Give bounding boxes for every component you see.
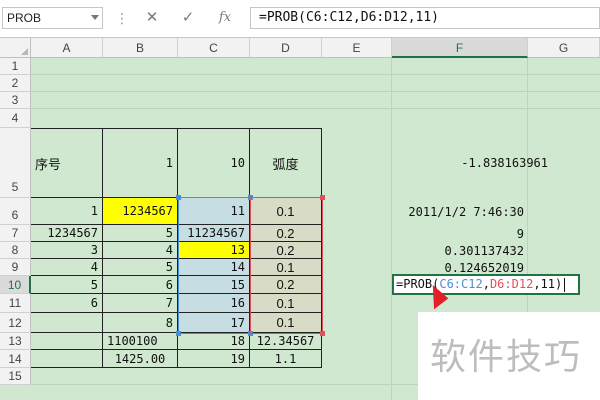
cell-b7[interactable]: 5 (103, 225, 178, 242)
row-header-1[interactable]: 1 (0, 58, 31, 75)
formula-toolbar: PROB ⋮ ✕ ✓ fx =PROB(C6:C12,D6:D12,11) (0, 0, 600, 38)
row-header-7[interactable]: 7 (0, 225, 31, 242)
cell-d12[interactable]: 0.1 (250, 313, 322, 333)
cell-c14[interactable]: 19 (178, 350, 250, 368)
cell-c6[interactable]: 11 (178, 198, 250, 225)
formula-bar-input[interactable]: =PROB(C6:C12,D6:D12,11) (250, 7, 600, 29)
gridline (31, 108, 600, 109)
row-header-11[interactable]: 11 (0, 294, 31, 313)
enter-icon[interactable]: ✓ (177, 8, 199, 28)
row-header-9[interactable]: 9 (0, 259, 31, 276)
cell-b12[interactable]: 8 (103, 313, 178, 333)
row-header-8[interactable]: 8 (0, 242, 31, 259)
cell-a8[interactable]: 3 (31, 242, 103, 259)
cell-a11[interactable]: 6 (31, 294, 103, 313)
cell-d11[interactable]: 0.1 (250, 294, 322, 313)
cell-b13[interactable]: 1100100 (103, 333, 178, 350)
insert-function-icon[interactable]: fx (214, 8, 236, 28)
cancel-icon[interactable]: ✕ (141, 8, 163, 28)
watermark-text: 软件技巧 (430, 337, 583, 378)
range-handle[interactable] (176, 331, 181, 336)
select-all-corner[interactable] (0, 38, 31, 58)
range-handle[interactable] (320, 195, 325, 200)
formula-separator: , (482, 277, 490, 291)
cell-c11[interactable]: 16 (178, 294, 250, 313)
cell-b8[interactable]: 4 (103, 242, 178, 259)
cell-a13[interactable] (31, 333, 103, 350)
range-handle[interactable] (320, 331, 325, 336)
cell-f6[interactable]: 2011/1/2 7:46:30 (392, 198, 528, 225)
cell-b14[interactable]: 1425.00 (103, 350, 178, 368)
column-header-e[interactable]: E (322, 38, 392, 58)
cell-f10-editor[interactable]: =PROB(C6:C12,D6:D12,11) (392, 274, 580, 295)
column-header-d[interactable]: D (250, 38, 322, 58)
cell-d13[interactable]: 12.34567 (250, 333, 322, 350)
cell-a6[interactable]: 1 (31, 198, 103, 225)
cell-b11[interactable]: 7 (103, 294, 178, 313)
cell-b5[interactable]: 1 (103, 128, 178, 198)
column-header-b[interactable]: B (103, 38, 178, 58)
row-header-5[interactable]: 5 (0, 128, 31, 198)
cell-c5[interactable]: 10 (178, 128, 250, 198)
cell-a12[interactable] (31, 313, 103, 333)
cell-d14[interactable]: 1.1 (250, 350, 322, 368)
column-header-c[interactable]: C (178, 38, 250, 58)
cell-a7[interactable]: 1234567 (31, 225, 103, 242)
cell-c12[interactable]: 17 (178, 313, 250, 333)
row-header-12[interactable]: 12 (0, 313, 31, 333)
cell-c8[interactable]: 13 (178, 242, 250, 259)
more-options-icon[interactable]: ⋮ (115, 9, 129, 27)
range-handle[interactable] (248, 195, 253, 200)
row-header-2[interactable]: 2 (0, 75, 31, 92)
formula-suffix: ,11) (533, 277, 563, 291)
cell-a10[interactable]: 5 (31, 276, 103, 294)
cell-a9[interactable]: 4 (31, 259, 103, 276)
column-header-f[interactable]: F (392, 38, 528, 58)
cell-c13[interactable]: 18 (178, 333, 250, 350)
cell-d10[interactable]: 0.2 (250, 276, 322, 294)
cell-d7[interactable]: 0.2 (250, 225, 322, 242)
cell-f8[interactable]: 0.301137432 (392, 242, 528, 259)
cell-d9[interactable]: 0.1 (250, 259, 322, 276)
row-header-14[interactable]: 14 (0, 350, 31, 368)
cell-b10[interactable]: 6 (103, 276, 178, 294)
chevron-down-icon[interactable] (91, 15, 99, 20)
cell-d5[interactable]: 弧度 (250, 128, 322, 198)
gridline (31, 74, 600, 75)
text-caret (564, 277, 566, 292)
cell-b9[interactable]: 5 (103, 259, 178, 276)
range-handle[interactable] (176, 195, 181, 200)
name-box-value: PROB (7, 11, 42, 25)
row-header-3[interactable]: 3 (0, 92, 31, 109)
cell-c7[interactable]: 11234567 (178, 225, 250, 242)
cell-c10[interactable]: 15 (178, 276, 250, 294)
cell-c9[interactable]: 14 (178, 259, 250, 276)
column-header-g[interactable]: G (528, 38, 600, 58)
spreadsheet-grid[interactable]: A B C D E F G 1 2 3 4 5 6 7 8 9 10 11 12… (0, 38, 600, 400)
row-header-13[interactable]: 13 (0, 333, 31, 350)
name-box[interactable]: PROB (2, 7, 103, 29)
row-header-4[interactable]: 4 (0, 109, 31, 128)
cell-a5[interactable]: 序号 (31, 128, 103, 198)
formula-ref-c6-c12: C6:C12 (439, 277, 483, 291)
formula-ref-d6-d12: D6:D12 (489, 277, 534, 291)
row-header-6[interactable]: 6 (0, 198, 31, 225)
cell-d6[interactable]: 0.1 (250, 198, 322, 225)
cell-a14[interactable] (31, 350, 103, 368)
column-header-a[interactable]: A (31, 38, 103, 58)
cell-f5[interactable]: -1.838163961 (392, 128, 552, 198)
range-handle[interactable] (248, 331, 253, 336)
cell-b6[interactable]: 1234567 (103, 198, 178, 225)
cell-f7[interactable]: 9 (392, 225, 528, 242)
cell-d8[interactable]: 0.2 (250, 242, 322, 259)
gridline (31, 91, 600, 92)
row-header-15[interactable]: 15 (0, 368, 31, 385)
row-header-10[interactable]: 10 (0, 276, 31, 294)
